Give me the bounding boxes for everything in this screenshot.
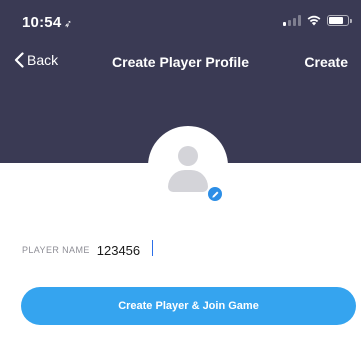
back-button[interactable]: Back [14,52,58,68]
battery-icon [327,15,352,26]
location-arrow-icon: ➶ [63,18,74,31]
status-time: 10:54 ➶ [22,14,74,31]
back-label: Back [27,52,59,68]
create-button[interactable]: Create [304,54,348,70]
edit-avatar-button[interactable] [206,185,224,203]
navigation-bar: Back Create Player Profile Create [0,42,361,82]
status-icons [283,15,352,26]
signal-icon [283,15,301,26]
wifi-icon [307,15,321,26]
player-name-row: PLAYER NAME [22,238,217,262]
chevron-left-icon [14,52,24,68]
player-name-input[interactable] [96,242,217,258]
status-bar: 10:54 ➶ [0,0,361,40]
avatar-container[interactable] [148,126,228,206]
player-name-label: PLAYER NAME [22,245,90,255]
create-player-join-game-button[interactable]: Create Player & Join Game [21,287,356,325]
pencil-icon [211,191,218,198]
time-text: 10:54 [22,14,62,31]
text-caret [152,240,153,256]
